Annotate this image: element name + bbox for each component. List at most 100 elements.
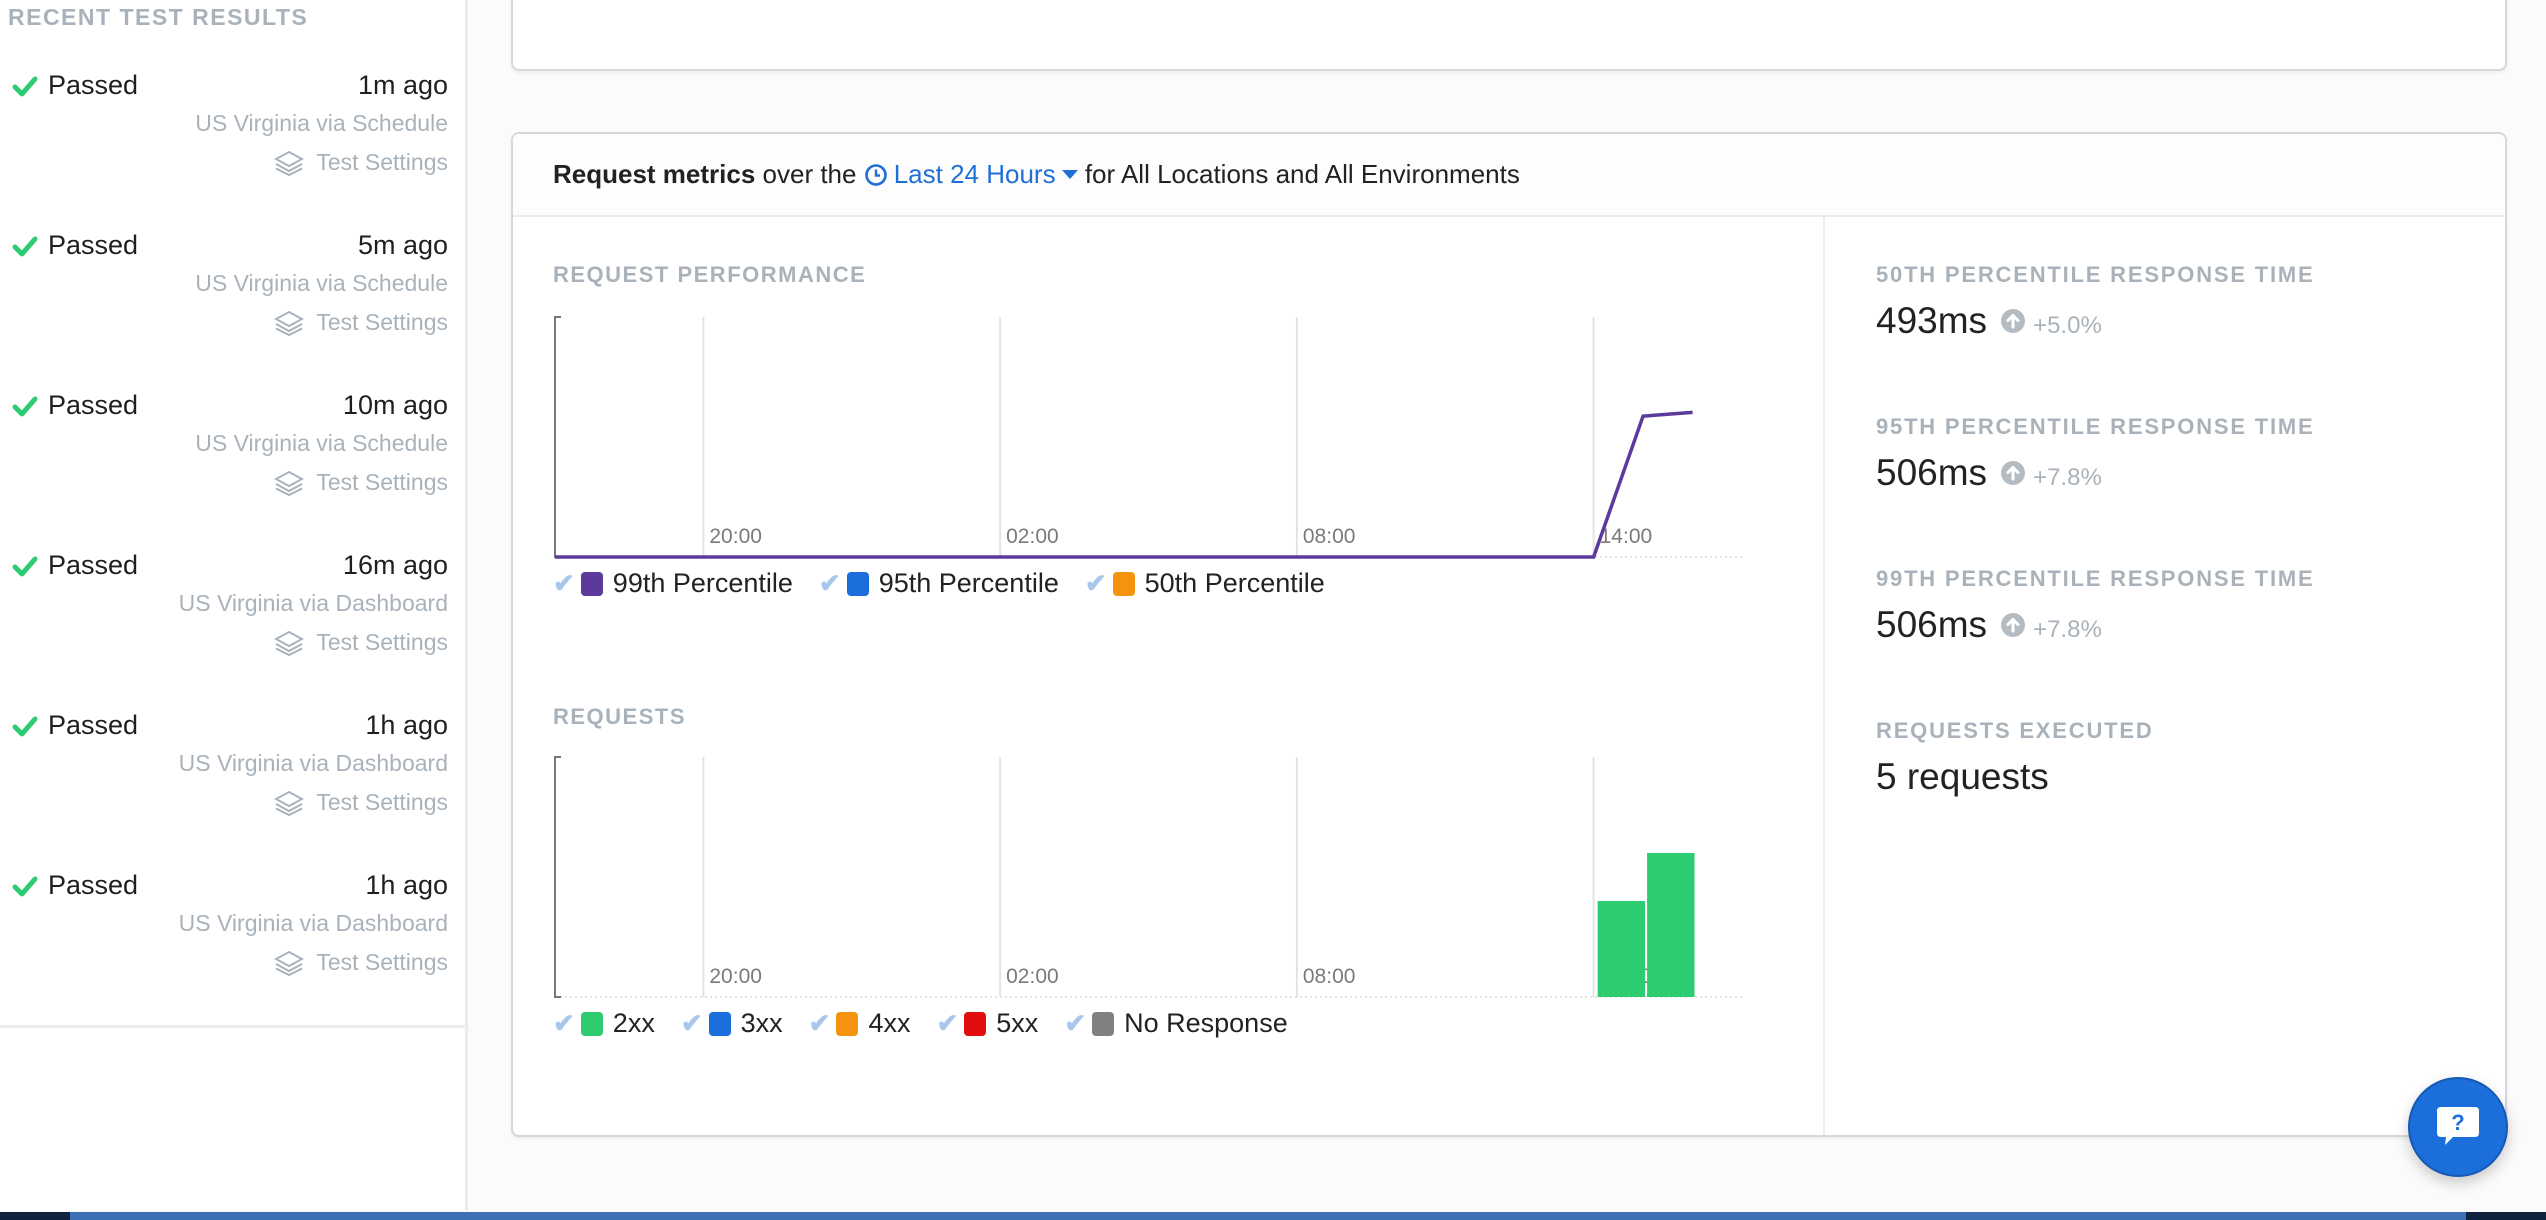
check-icon: [12, 236, 38, 256]
arrow-up-circle-icon: [2001, 309, 2026, 333]
legend-swatch: [1092, 1011, 1115, 1036]
previous-card: [511, 0, 2507, 71]
result-status-label: Passed: [48, 550, 139, 580]
legend-item[interactable]: ✔ 4xx: [809, 1008, 911, 1039]
layers-icon: [274, 470, 305, 496]
result-status: Passed: [12, 710, 138, 741]
bar-2xx[interactable]: [1597, 901, 1646, 997]
legend-swatch: [964, 1011, 987, 1036]
layers-icon: [274, 150, 305, 176]
result-location: US Virginia via Dashboard: [178, 750, 448, 776]
result-time: 16m ago: [342, 550, 448, 580]
result-status-label: Passed: [48, 230, 139, 260]
metric-value-row: 493ms +5.0%: [1876, 300, 2315, 342]
test-settings-label: Test Settings: [316, 789, 448, 815]
test-settings-label: Test Settings: [316, 949, 448, 975]
result-status-label: Passed: [48, 710, 139, 740]
summary-metric: REQUESTS EXECUTED 5 requests: [1876, 718, 2154, 798]
result-time: 10m ago: [342, 390, 448, 420]
metric-label: 95TH PERCENTILE RESPONSE TIME: [1876, 414, 2315, 439]
layers-icon: [274, 630, 305, 656]
test-settings-link[interactable]: Test Settings: [274, 629, 448, 656]
test-settings-link[interactable]: Test Settings: [274, 149, 448, 176]
test-settings-label: Test Settings: [316, 469, 448, 495]
test-result-item[interactable]: Passed 1h ago US Virginia via Dashboard Tes…: [0, 870, 448, 1020]
checkmark-icon: ✔: [1064, 1008, 1087, 1038]
metric-label: 99TH PERCENTILE RESPONSE TIME: [1876, 566, 2315, 591]
metric-label: REQUESTS EXECUTED: [1876, 718, 2154, 743]
metric-value: 493ms: [1876, 300, 1988, 341]
result-time: 1m ago: [357, 70, 448, 100]
x-tick-label: 08:00: [1303, 965, 1356, 988]
legend-label: No Response: [1124, 1008, 1288, 1038]
layers-icon: [274, 790, 305, 816]
legend-label: 2xx: [612, 1008, 655, 1038]
legend-swatch: [836, 1011, 859, 1036]
metric-change: +7.8%: [2033, 616, 2102, 643]
summary-metric: 95TH PERCENTILE RESPONSE TIME 506ms +7.8%: [1876, 414, 2315, 494]
metric-value-row: 506ms +7.8%: [1876, 452, 2315, 494]
result-location: US Virginia via Dashboard: [178, 910, 448, 936]
x-tick-label: 20:00: [709, 965, 762, 988]
summary-metric: 99TH PERCENTILE RESPONSE TIME 506ms +7.8%: [1876, 566, 2315, 646]
result-location: US Virginia via Dashboard: [178, 590, 448, 616]
result-location: US Virginia via Schedule: [195, 110, 448, 136]
metric-change: +5.0%: [2033, 312, 2102, 339]
arrow-up-circle-icon: [2001, 461, 2026, 485]
metric-value: 5 requests: [1876, 756, 2049, 797]
layers-icon: [274, 310, 305, 336]
page: RECENT TEST RESULTS Passed 1m ago US Virgi…: [0, 0, 2546, 1220]
checkmark-icon: ✔: [808, 1008, 831, 1038]
panel-divider: [1823, 217, 1825, 1135]
result-status: Passed: [12, 230, 138, 261]
requests-legend: ✔ 2xx ✔ 3xx ✔ 4xx ✔ 5xx ✔ No Response: [553, 1008, 1314, 1039]
legend-item[interactable]: ✔ 5xx: [936, 1008, 1038, 1039]
test-result-item[interactable]: Passed 16m ago US Virginia via Dashboard Te…: [0, 550, 448, 700]
result-status-label: Passed: [48, 70, 139, 100]
result-status: Passed: [12, 550, 138, 581]
taskbar-edge-left: [0, 1212, 70, 1220]
test-result-item[interactable]: Passed 10m ago US Virginia via Schedule Tes…: [0, 390, 448, 540]
test-result-item[interactable]: Passed 1m ago US Virginia via Schedule Test…: [0, 70, 448, 220]
metric-change: +7.8%: [2033, 464, 2102, 491]
svg-text:?: ?: [2451, 1110, 2464, 1135]
test-settings-link[interactable]: Test Settings: [274, 469, 448, 496]
sidebar-title: RECENT TEST RESULTS: [8, 4, 309, 30]
result-time: 5m ago: [357, 230, 448, 260]
check-icon: [12, 76, 38, 96]
metric-value: 506ms: [1876, 604, 1988, 645]
legend-label: 5xx: [996, 1008, 1039, 1038]
test-settings-link[interactable]: Test Settings: [274, 949, 448, 976]
layers-icon: [274, 950, 305, 976]
result-status-label: Passed: [48, 870, 139, 900]
result-status-label: Passed: [48, 390, 139, 420]
check-icon: [12, 716, 38, 736]
summary-metric: 50TH PERCENTILE RESPONSE TIME 493ms +5.0%: [1876, 262, 2315, 342]
test-settings-label: Test Settings: [316, 149, 448, 175]
result-time: 1h ago: [365, 870, 448, 900]
check-icon: [12, 556, 38, 576]
legend-item[interactable]: ✔ 2xx: [553, 1008, 655, 1039]
legend-item[interactable]: ✔ 3xx: [681, 1008, 783, 1039]
check-icon: [12, 876, 38, 896]
test-settings-link[interactable]: Test Settings: [274, 309, 448, 336]
test-settings-label: Test Settings: [316, 629, 448, 655]
result-status: Passed: [12, 390, 138, 421]
test-settings-link[interactable]: Test Settings: [274, 789, 448, 816]
y-axis: [554, 756, 561, 998]
check-icon: [12, 396, 38, 416]
sidebar-divider: [0, 1025, 468, 1028]
legend-swatch: [580, 1011, 603, 1036]
help-button[interactable]: ?: [2408, 1077, 2508, 1177]
bar-2xx[interactable]: [1647, 853, 1695, 997]
test-result-item[interactable]: Passed 5m ago US Virginia via Schedule Test…: [0, 230, 448, 380]
requests-chart: 20:0002:0008:0014:00: [554, 756, 1742, 998]
legend-label: 4xx: [868, 1008, 911, 1038]
legend-item[interactable]: ✔ No Response: [1064, 1008, 1287, 1039]
metric-value: 506ms: [1876, 452, 1988, 493]
metric-value-row: 506ms +7.8%: [1876, 604, 2315, 646]
legend-label: 3xx: [740, 1008, 783, 1038]
metric-value-row: 5 requests: [1876, 756, 2154, 798]
test-result-item[interactable]: Passed 1h ago US Virginia via Dashboard Tes…: [0, 710, 448, 860]
checkmark-icon: ✔: [680, 1008, 703, 1038]
